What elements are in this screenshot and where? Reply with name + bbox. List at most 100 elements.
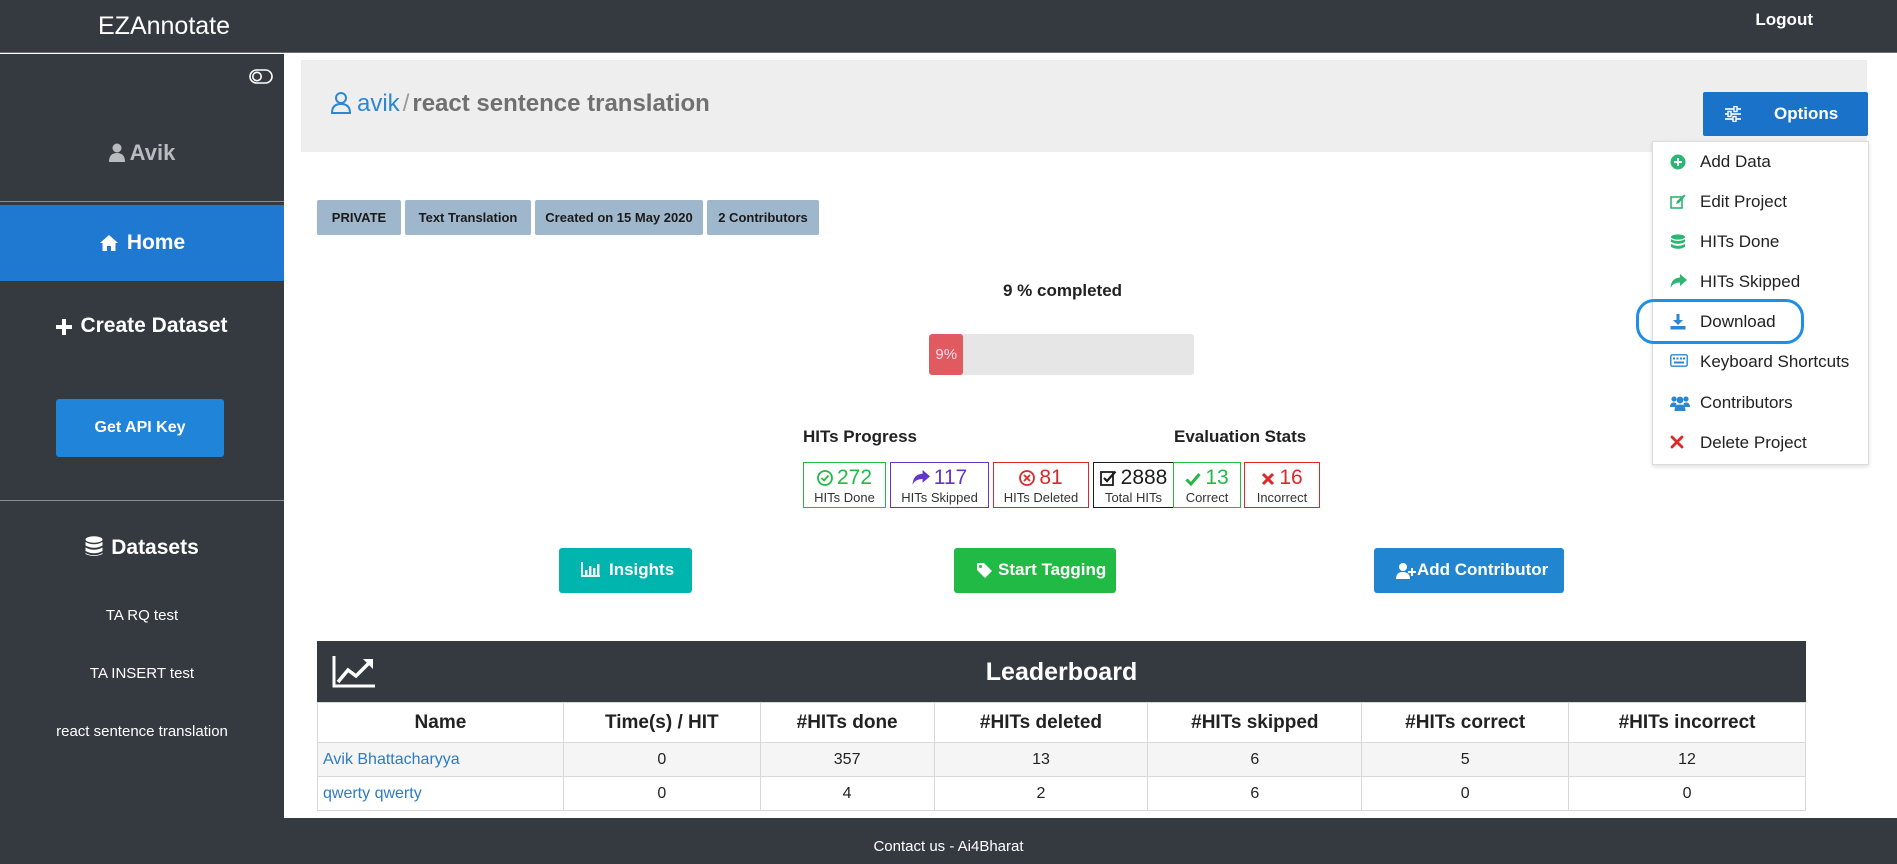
table-cell: 4	[759, 776, 935, 811]
top-navbar: EZAnnotate Logout	[0, 0, 1897, 53]
contact-link[interactable]: Contact us - Ai4Bharat	[873, 838, 1023, 855]
table-cell: 0	[562, 742, 761, 777]
users-icon	[1670, 396, 1690, 411]
share-icon	[1670, 274, 1687, 288]
plus-circle-icon	[1670, 154, 1686, 170]
insights-button-label: Insights	[609, 560, 675, 579]
start-tagging-button[interactable]: Start Tagging	[954, 548, 1116, 593]
stat-value: 272	[804, 466, 885, 490]
sidebar: Avik Home Create Dataset Get API Key Dat…	[0, 54, 284, 818]
sidebar-item-label: Create Dataset	[80, 314, 228, 337]
leaderboard-header: Leaderboard	[317, 641, 1806, 702]
options-button-label: Options	[1774, 104, 1839, 123]
stat-label: HITs Deleted	[1003, 490, 1079, 505]
stat-label: Correct	[1185, 490, 1229, 505]
breadcrumb-project: react sentence translation	[412, 90, 710, 117]
column-header[interactable]: #HITs skipped	[1147, 702, 1363, 743]
tag-project-type: Text Translation	[405, 200, 531, 235]
breadcrumb: avik / react sentence translation	[330, 90, 710, 118]
dataset-link[interactable]: TA RQ test	[0, 607, 284, 624]
sidebar-item-create-dataset[interactable]: Create Dataset	[0, 314, 284, 338]
share-icon	[912, 470, 930, 485]
table-cell: 0	[1568, 776, 1806, 811]
footer: Contact us - Ai4Bharat	[0, 818, 1897, 864]
sidebar-user-name: Avik	[129, 140, 176, 165]
stat-value: 2888	[1094, 466, 1173, 490]
hits-progress-title: HITs Progress	[803, 427, 918, 446]
column-header[interactable]: #HITs deleted	[933, 702, 1149, 743]
contributor-name-link[interactable]: qwerty qwerty	[317, 776, 564, 811]
options-button[interactable]: Options	[1703, 92, 1868, 136]
sidebar-item-home[interactable]: Home	[0, 205, 284, 281]
close-icon	[1670, 435, 1684, 449]
stat-value: 13	[1174, 466, 1240, 490]
tag-created-date: Created on 15 May 2020	[535, 200, 703, 235]
stat-number: 81	[1039, 466, 1063, 489]
tag-contributors: 2 Contributors	[707, 200, 819, 235]
stat-value: 16	[1245, 466, 1319, 490]
breadcrumb-owner[interactable]: avik	[357, 90, 400, 117]
table-cell: 13	[933, 742, 1149, 777]
table-cell: 6	[1147, 742, 1363, 777]
table-cell: 2	[933, 776, 1149, 811]
get-api-key-button[interactable]: Get API Key	[56, 399, 224, 457]
column-header[interactable]: Name	[317, 702, 564, 743]
menu-item-label: Add Data	[1700, 152, 1771, 171]
menu-item-label: HITs Done	[1700, 232, 1780, 251]
check-icon	[1185, 473, 1201, 487]
menu-item-hits-done[interactable]: HITs Done	[1653, 222, 1868, 262]
menu-item-keyboard-shortcuts[interactable]: Keyboard Shortcuts	[1653, 342, 1868, 382]
dataset-link[interactable]: TA INSERT test	[0, 665, 284, 682]
menu-item-label: Keyboard Shortcuts	[1700, 352, 1850, 371]
database-icon	[85, 536, 103, 556]
menu-item-edit-project[interactable]: Edit Project	[1653, 182, 1868, 222]
menu-item-hits-skipped[interactable]: HITs Skipped	[1653, 262, 1868, 302]
menu-item-label: HITs Skipped	[1700, 272, 1801, 291]
user-plus-icon	[1396, 563, 1416, 579]
insights-button[interactable]: Insights	[559, 548, 692, 593]
contributor-name-link[interactable]: Avik Bhattacharyya	[317, 742, 564, 777]
breadcrumb-separator: /	[402, 90, 410, 117]
column-header[interactable]: #HITs correct	[1361, 702, 1570, 743]
column-header[interactable]: #HITs incorrect	[1568, 702, 1806, 743]
leaderboard-table: Name Time(s) / HIT #HITs done #HITs dele…	[317, 702, 1806, 811]
completion-text: 9 % completed	[1003, 281, 1123, 300]
menu-item-label: Delete Project	[1700, 433, 1807, 452]
table-cell: 5	[1361, 742, 1570, 777]
stat-number: 16	[1279, 466, 1303, 489]
dataset-link[interactable]: react sentence translation	[0, 723, 284, 740]
toggle-icon[interactable]	[249, 69, 273, 84]
stat-label: Incorrect	[1256, 490, 1308, 505]
stat-incorrect: 16 Incorrect	[1244, 462, 1320, 508]
user-outline-icon	[330, 92, 352, 114]
brand-logo[interactable]: EZAnnotate	[98, 12, 230, 41]
stat-hits-done: 272 HITs Done	[803, 462, 886, 508]
plus-icon	[56, 319, 73, 335]
stat-correct: 13 Correct	[1173, 462, 1241, 508]
stat-label: Total HITs	[1104, 490, 1163, 505]
column-header[interactable]: #HITs done	[759, 702, 935, 743]
table-cell: 6	[1147, 776, 1363, 811]
stat-total-hits: 2888 Total HITs	[1093, 462, 1174, 508]
add-contributor-button[interactable]: Add Contributor	[1374, 548, 1564, 593]
stat-number: 117	[933, 466, 968, 489]
column-header[interactable]: Time(s) / HIT	[562, 702, 761, 743]
project-header: avik / react sentence translation	[301, 60, 1867, 152]
menu-item-contributors[interactable]: Contributors	[1653, 383, 1868, 423]
edit-icon	[1670, 194, 1686, 209]
stat-value: 117	[891, 466, 988, 490]
stat-number: 2888	[1120, 466, 1168, 489]
menu-item-add-data[interactable]: Add Data	[1653, 142, 1868, 182]
stat-label: HITs Skipped	[901, 490, 978, 505]
table-header-row: Name Time(s) / HIT #HITs done #HITs dele…	[317, 702, 1806, 743]
sidebar-item-label: Home	[126, 231, 186, 254]
keyboard-icon	[1670, 354, 1688, 367]
logout-link[interactable]: Logout	[1755, 10, 1813, 30]
stat-number: 272	[836, 466, 873, 489]
x-circle-icon	[1019, 470, 1036, 486]
menu-item-delete-project[interactable]: Delete Project	[1653, 423, 1868, 463]
start-tagging-button-label: Start Tagging	[998, 560, 1107, 579]
home-icon	[99, 235, 118, 251]
stat-value: 81	[994, 466, 1088, 490]
table-cell: 0	[1361, 776, 1570, 811]
